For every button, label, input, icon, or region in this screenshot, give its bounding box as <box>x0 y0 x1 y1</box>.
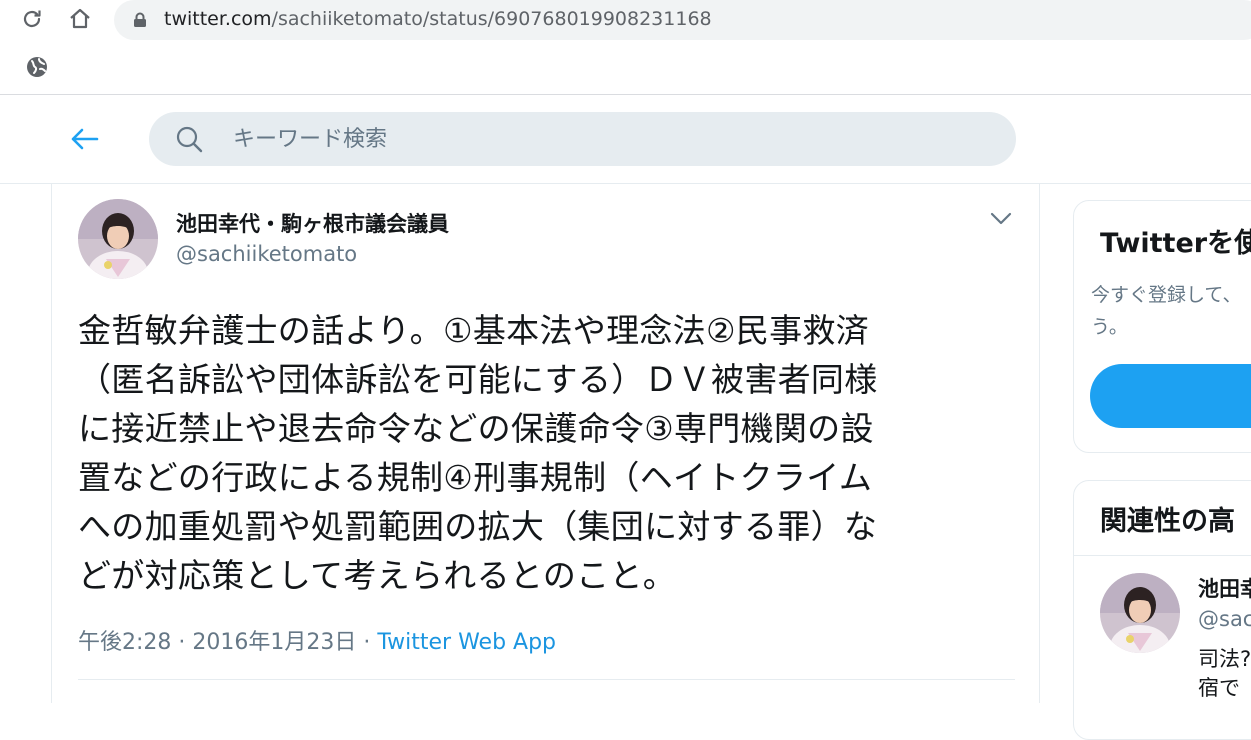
back-arrow-icon[interactable] <box>64 119 104 159</box>
tweet-text-line: 金哲敏弁護士の話より。①基本法や理念法②民事救済 <box>78 311 870 350</box>
search-box[interactable] <box>149 112 1016 166</box>
related-card-title: 関連性の高 <box>1100 506 1235 537</box>
related-user-name[interactable]: 池田幸 <box>1198 573 1251 603</box>
tweet-text: 金哲敏弁護士の話より。①基本法や理念法②民事救済 （匿名訴訟や団体訴訟を可能にす… <box>78 306 998 600</box>
globe-icon[interactable] <box>23 53 51 81</box>
url-text[interactable]: twitter.com/sachiiketomato/status/690768… <box>164 8 712 30</box>
reload-icon[interactable] <box>18 5 46 33</box>
avatar[interactable] <box>78 199 158 279</box>
tweet-source-link[interactable]: Twitter Web App <box>377 630 556 655</box>
browser-toolbar: twitter.com/sachiiketomato/status/690768… <box>0 0 1251 95</box>
author-handle[interactable]: @sachiiketomato <box>176 242 357 266</box>
tweet-text-line: （匿名訴訟や団体訴訟を可能にする）ＤＶ被害者同様 <box>78 360 878 399</box>
url-host: twitter.com <box>164 8 272 30</box>
search-input[interactable] <box>231 112 991 166</box>
tweet-text-line: 置などの行政による規制④刑事規制（ヘイトクライム <box>78 458 873 497</box>
related-user-bio: 司法? 宿で <box>1198 647 1251 700</box>
avatar[interactable] <box>1100 573 1180 653</box>
twitter-header <box>0 95 1251 184</box>
divider <box>1074 555 1251 556</box>
divider <box>78 679 1015 680</box>
signup-card-desc: 今すぐ登録して、 う。 <box>1091 284 1242 338</box>
signup-card-title: Twitterを使 <box>1100 228 1251 259</box>
lock-icon <box>133 12 147 28</box>
related-user-handle[interactable]: @sac <box>1198 607 1251 631</box>
tweet-text-line: への加重処罰や処罰範囲の拡大（集団に対する罪）な <box>78 507 878 546</box>
tweet-timestamp[interactable]: 午後2:28 · 2016年1月23日 · <box>78 630 377 655</box>
chevron-down-icon[interactable] <box>988 206 1014 232</box>
tweet-text-line: どが対応策として考えられるとのこと。 <box>78 556 677 595</box>
related-users-card: 関連性の高 池田幸 @sac 司法? 宿で <box>1073 480 1251 740</box>
home-icon[interactable] <box>66 5 94 33</box>
author-name[interactable]: 池田幸代・駒ヶ根市議会議員 <box>176 208 449 238</box>
tweet-column: 池田幸代・駒ヶ根市議会議員 @sachiiketomato 金哲敏弁護士の話より… <box>51 184 1040 703</box>
signup-card: Twitterを使 今すぐ登録して、 う。 <box>1073 200 1251 453</box>
signup-button[interactable] <box>1090 364 1251 428</box>
tweet-text-line: に接近禁止や退去命令などの保護命令③専門機関の設 <box>78 409 874 448</box>
search-icon <box>175 125 203 153</box>
tweet-meta: 午後2:28 · 2016年1月23日 · Twitter Web App <box>78 624 556 656</box>
url-path: /sachiiketomato/status/69076801990823116… <box>271 8 712 30</box>
